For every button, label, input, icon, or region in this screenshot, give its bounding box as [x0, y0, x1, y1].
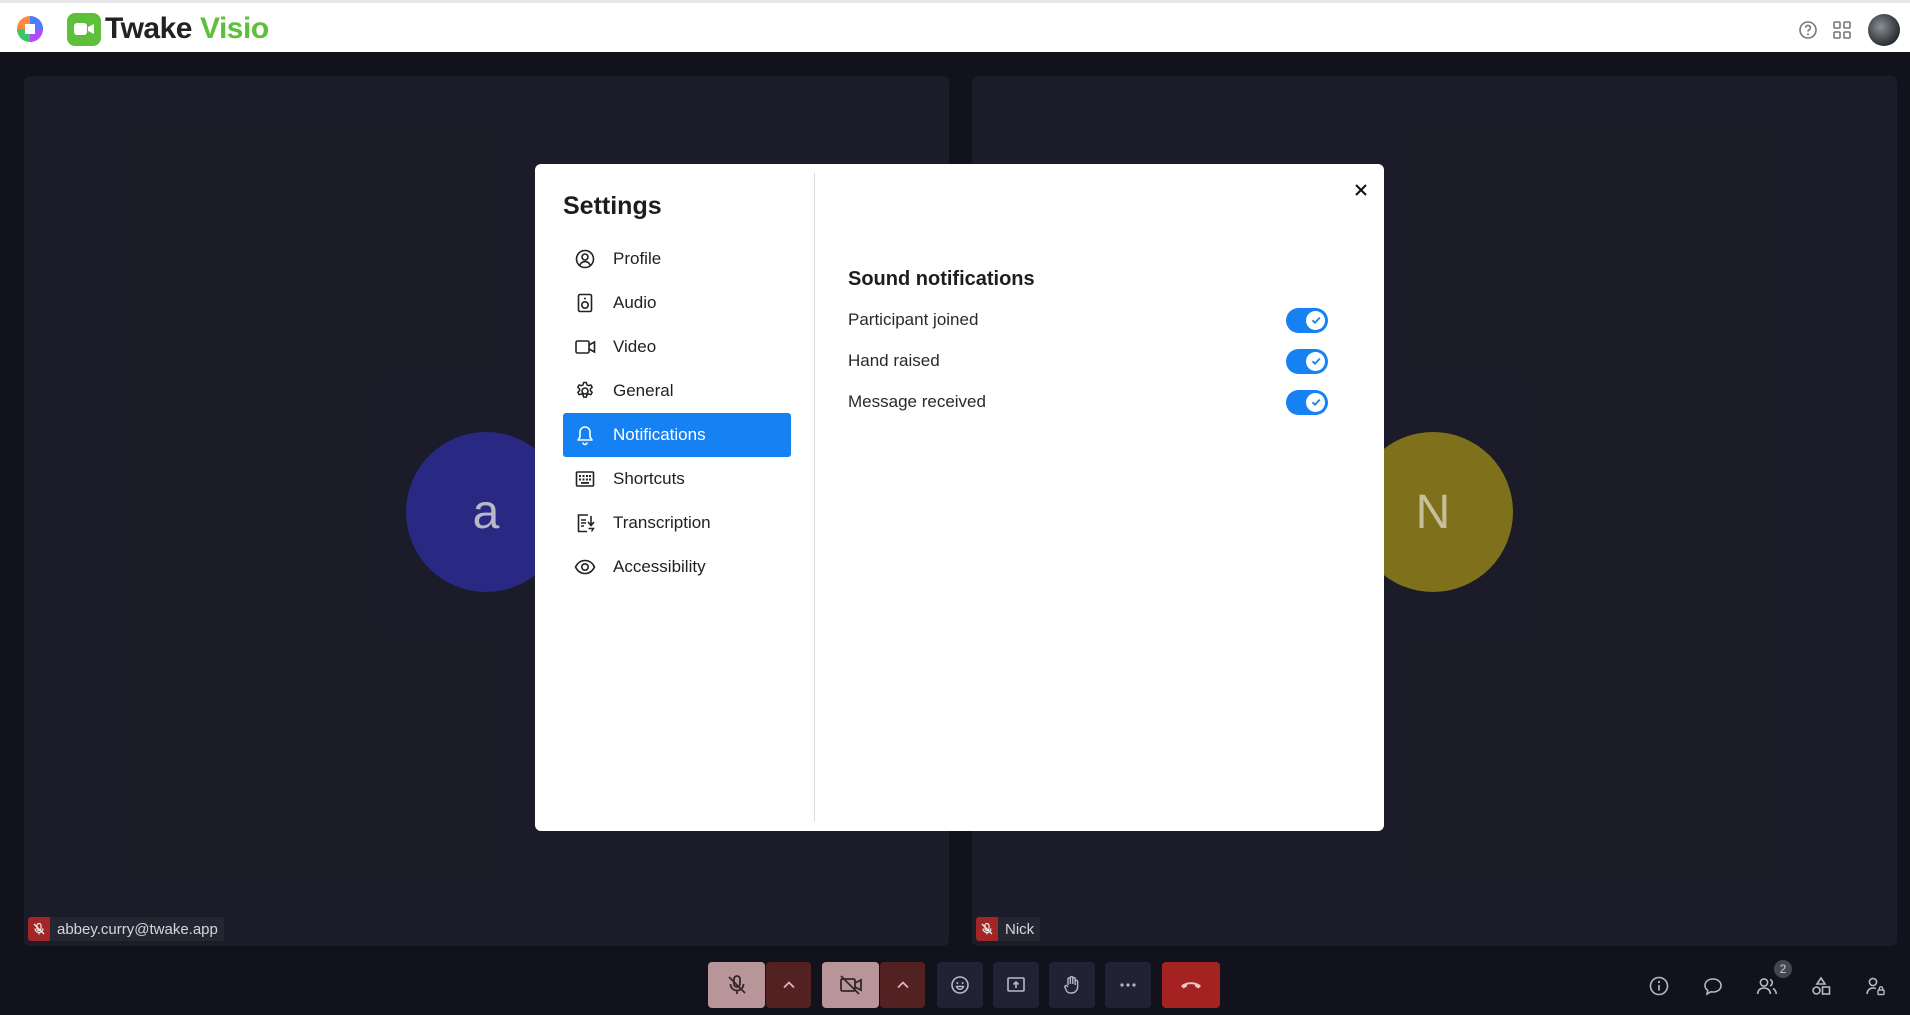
nav-item-shortcuts[interactable]: Shortcuts: [563, 457, 791, 501]
top-bar: Twake Visio: [0, 0, 1910, 52]
toggle-label: Participant joined: [848, 310, 979, 329]
nav-item-general[interactable]: General: [563, 369, 791, 413]
nav-item-video[interactable]: Video: [563, 325, 791, 369]
divider: [814, 173, 815, 822]
check-icon: [1306, 392, 1325, 412]
app-name-part2: Visio: [200, 12, 269, 45]
user-avatar[interactable]: [1868, 14, 1900, 46]
camera-logo-icon: [67, 12, 101, 46]
video-icon: [574, 336, 596, 358]
bell-icon: [574, 424, 596, 446]
nav-item-profile[interactable]: Profile: [563, 237, 791, 281]
toggle-label: Hand raised: [848, 351, 940, 370]
nav-item-label: Video: [613, 337, 657, 356]
toggle-row: Message received: [848, 387, 1328, 417]
app-logo: Twake Visio: [67, 12, 269, 46]
settings-dialog: Settings Profile Audio Video General Not…: [535, 164, 1384, 831]
nav-item-label: Transcription: [613, 513, 711, 532]
app-name-part1: Twake: [105, 12, 193, 45]
speaker-icon: [574, 292, 596, 314]
nav-item-audio[interactable]: Audio: [563, 281, 791, 325]
eye-icon: [574, 556, 596, 578]
participant-joined-toggle[interactable]: [1286, 307, 1328, 333]
gear-icon: [574, 380, 596, 402]
toggle-label: Message received: [848, 392, 986, 411]
hand-raised-toggle[interactable]: [1286, 348, 1328, 374]
nav-item-label: Profile: [613, 249, 662, 268]
dialog-title: Settings: [563, 192, 662, 220]
settings-nav: Profile Audio Video General Notification…: [563, 237, 791, 589]
toggle-row: Hand raised: [848, 346, 1328, 376]
app-launcher-icon[interactable]: [14, 13, 46, 45]
nav-item-label: Notifications: [613, 425, 706, 444]
toggle-row: Participant joined: [848, 305, 1328, 335]
nav-item-notifications[interactable]: Notifications: [563, 413, 791, 457]
message-received-toggle[interactable]: [1286, 389, 1328, 415]
check-icon: [1306, 310, 1325, 330]
nav-item-label: Audio: [613, 293, 657, 312]
nav-item-accessibility[interactable]: Accessibility: [563, 545, 791, 589]
keyboard-icon: [574, 468, 596, 490]
check-icon: [1306, 351, 1325, 371]
close-icon[interactable]: [1351, 180, 1371, 200]
apps-grid-icon[interactable]: [1831, 19, 1853, 41]
nav-item-label: Accessibility: [613, 557, 706, 576]
profile-icon: [574, 248, 596, 270]
help-icon[interactable]: [1797, 19, 1819, 41]
section-title: Sound notifications: [848, 268, 1035, 290]
nav-item-label: Shortcuts: [613, 469, 685, 488]
transcription-icon: [574, 512, 596, 534]
nav-item-label: General: [613, 381, 674, 400]
nav-item-transcription[interactable]: Transcription: [563, 501, 791, 545]
